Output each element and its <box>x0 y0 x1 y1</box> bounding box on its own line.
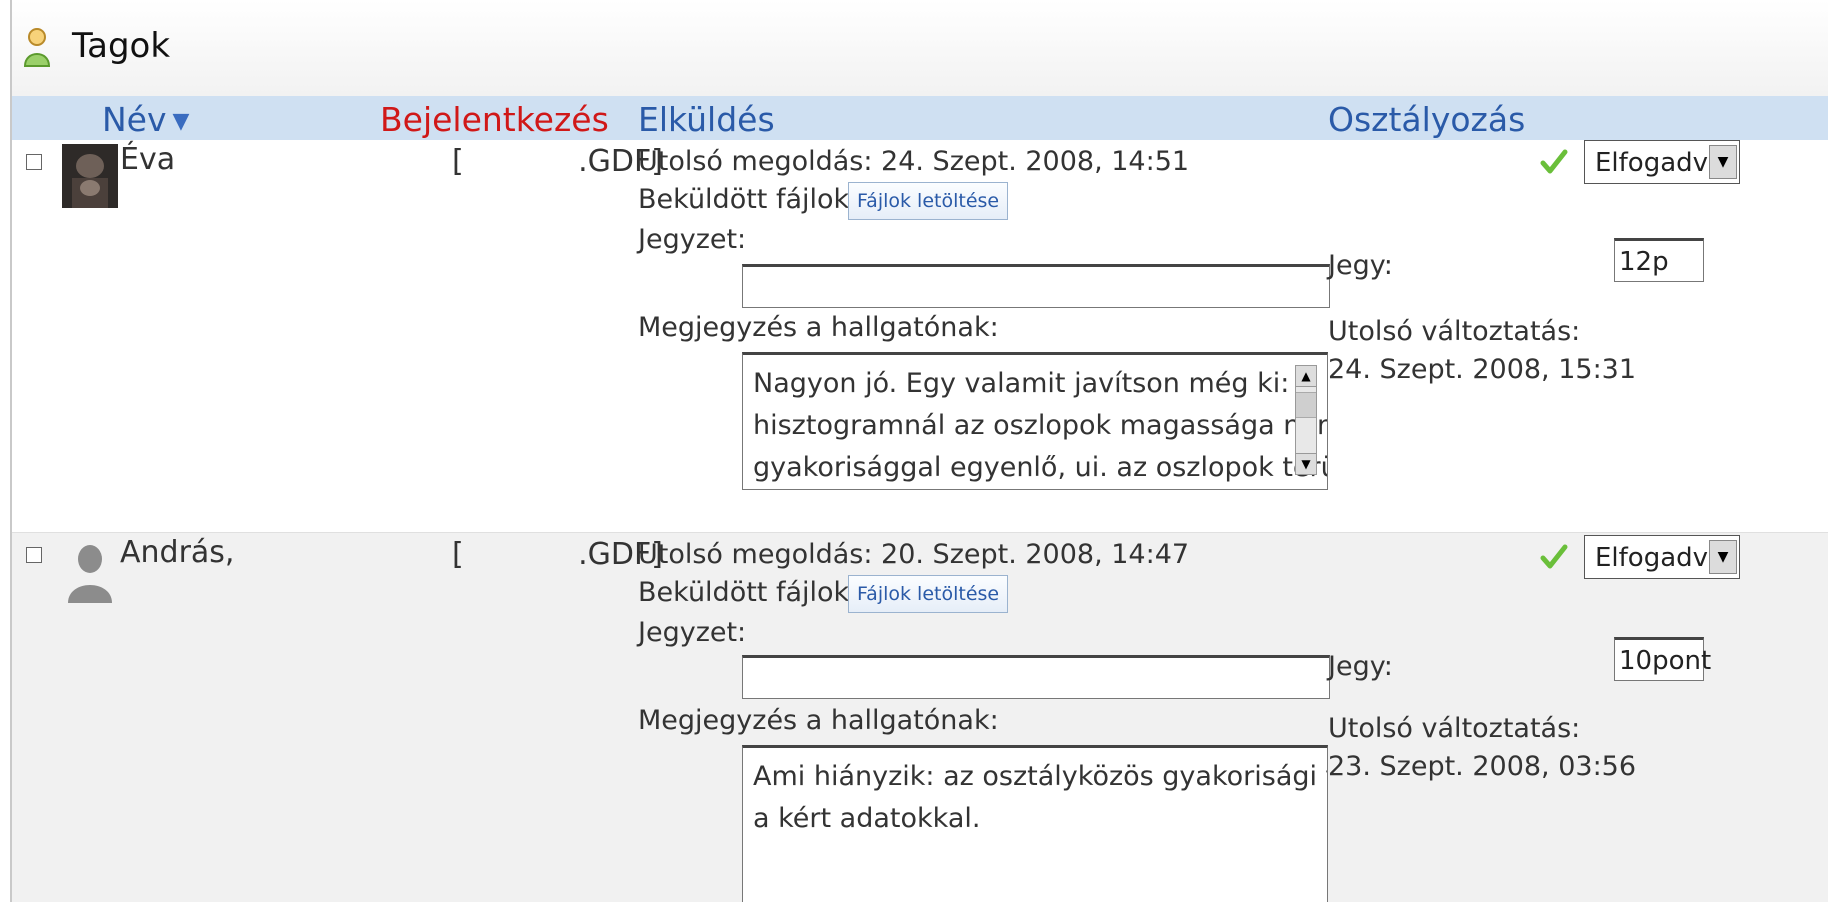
last-change-value: 24. Szept. 2008, 15:31 <box>1328 354 1637 385</box>
status-select[interactable]: Elfogadva ▼ <box>1584 535 1740 579</box>
status-value: Elfogadva <box>1595 148 1724 178</box>
comment-line: Nagyon jó. Egy valamit javítson még ki: <box>753 368 1290 399</box>
grade-input[interactable]: 10pont <box>1614 637 1711 681</box>
comment-line: hisztogramnál az oszlopok magassága nem … <box>753 410 1328 441</box>
comment-textarea[interactable]: Nagyon jó. Egy valamit javítson még ki: … <box>742 352 1328 490</box>
last-change-label: Utolsó változtatás: <box>1328 316 1581 347</box>
last-change-value: 23. Szept. 2008, 03:56 <box>1328 751 1637 782</box>
scroll-up-arrow-icon[interactable]: ▲ <box>1296 366 1316 387</box>
scroll-thumb[interactable] <box>1296 392 1316 418</box>
comment-line: Ami hiányzik: az osztályközös gyakoriság… <box>753 761 1327 792</box>
member-login: [ .GDF] <box>452 144 663 179</box>
checkmark-icon <box>1540 149 1568 174</box>
column-grading-header[interactable]: Osztályozás <box>1328 100 1525 139</box>
table-row: András, [ .GDF] Utolsó megoldás: 20. Sze… <box>12 533 1828 902</box>
note-label: Jegyzet: <box>638 224 747 255</box>
member-login: [ .GDF] <box>452 537 663 572</box>
comment-line: a kért adatokkal. <box>753 803 981 834</box>
column-login-header[interactable]: Bejelentkezés <box>380 100 609 139</box>
sort-down-icon[interactable]: ▼ <box>173 109 190 134</box>
status-select[interactable]: Elfogadva ▼ <box>1584 140 1740 184</box>
last-solution-text: Utolsó megoldás: 24. Szept. 2008, 14:51 <box>638 146 1190 177</box>
status-value: Elfogadva <box>1595 543 1724 573</box>
comment-textarea[interactable]: Ami hiányzik: az osztályközös gyakoriság… <box>742 745 1328 902</box>
user-photo-avatar <box>62 144 118 208</box>
last-solution-text: Utolsó megoldás: 20. Szept. 2008, 14:47 <box>638 539 1190 570</box>
column-submission-header[interactable]: Elküldés <box>638 100 775 139</box>
default-user-avatar <box>68 545 112 603</box>
column-name-header[interactable]: Név ▼ <box>102 100 189 139</box>
download-files-button[interactable]: Fájlok letöltése <box>848 575 1009 613</box>
grade-input[interactable]: 12p <box>1614 238 1704 282</box>
last-change-label: Utolsó változtatás: <box>1328 713 1581 744</box>
grade-label: Jegy: <box>1328 250 1393 281</box>
comment-label: Megjegyzés a hallgatónak: <box>638 705 999 736</box>
table-header: Név ▼ Bejelentkezés Elküldés Osztályozás <box>12 96 1828 141</box>
chevron-down-icon[interactable]: ▼ <box>1709 540 1737 574</box>
download-files-button[interactable]: Fájlok letöltése <box>848 182 1009 220</box>
chevron-down-icon[interactable]: ▼ <box>1709 145 1737 179</box>
row-checkbox[interactable] <box>26 547 42 563</box>
grade-label: Jegy: <box>1328 651 1393 682</box>
row-checkbox[interactable] <box>26 154 42 170</box>
member-name[interactable]: András, <box>120 535 234 570</box>
checkmark-icon <box>1540 544 1568 569</box>
members-panel: Tagok Név ▼ Bejelentkezés Elküldés Osztál… <box>10 0 1828 902</box>
panel-title: Tagok <box>72 26 171 66</box>
member-name[interactable]: Éva <box>120 142 175 177</box>
panel-header: Tagok <box>12 0 1828 97</box>
table-row: Éva [ .GDF] Utolsó megoldás: 24. Szept. … <box>12 140 1828 533</box>
comment-scrollbar[interactable]: ▲ ▼ <box>1295 365 1317 475</box>
scroll-down-arrow-icon[interactable]: ▼ <box>1296 453 1316 474</box>
comment-label: Megjegyzés a hallgatónak: <box>638 312 999 343</box>
comment-line: gyakorisággal egyenlő, ui. az oszlopok t… <box>753 452 1328 483</box>
note-label: Jegyzet: <box>638 617 747 648</box>
note-input[interactable] <box>742 264 1330 308</box>
note-input[interactable] <box>742 655 1330 699</box>
user-group-icon <box>23 28 51 67</box>
